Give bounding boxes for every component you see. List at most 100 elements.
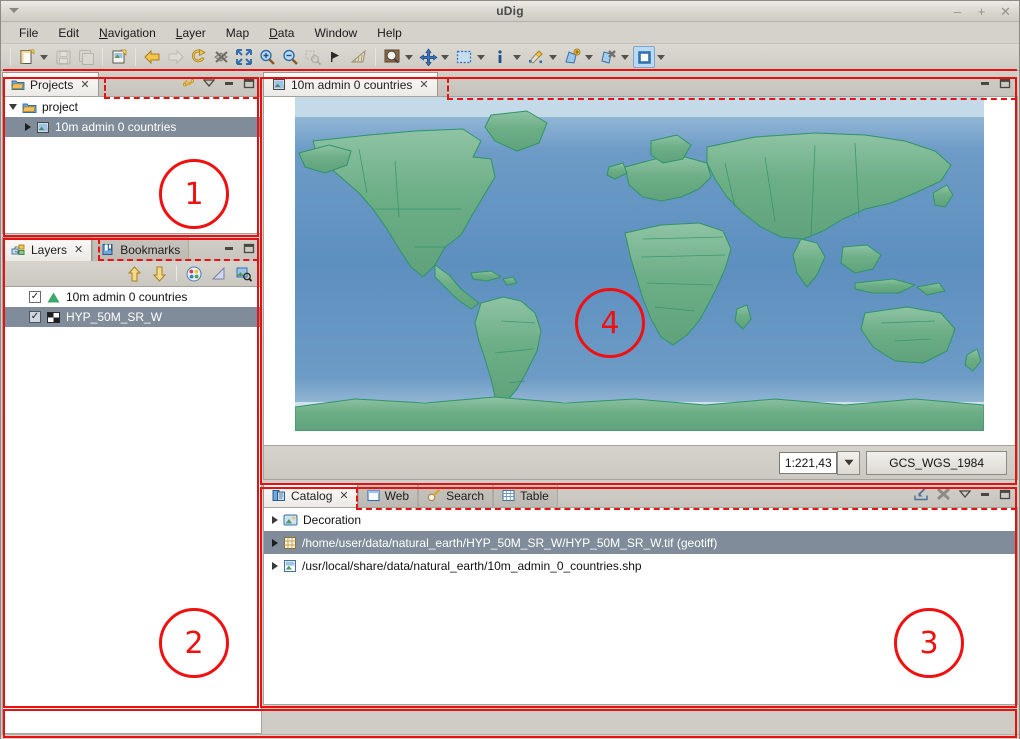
collapse-arrow-icon[interactable] [25,123,31,131]
maximize-icon[interactable] [242,243,255,254]
catalog-row-decoration[interactable]: Decoration [264,508,1017,531]
layer-row-hyp[interactable]: ✓ HYP_50M_SR_W [3,307,261,327]
crs-button[interactable]: GCS_WGS_1984 [866,450,1007,475]
map-icon [272,78,286,91]
stop-render-icon[interactable] [210,46,232,68]
arrow-left-icon[interactable] [141,46,163,68]
menu-help[interactable]: Help [367,24,412,42]
move-up-icon[interactable] [126,265,143,282]
tab-map-editor[interactable]: 10m admin 0 countries ✕ [263,72,438,96]
close-button[interactable]: ✕ [1000,5,1011,18]
tab-table[interactable]: Table [493,483,558,507]
create-feature-icon[interactable] [561,46,583,68]
catalog-tree[interactable]: Decoration /home/user/data/natural_earth… [263,507,1018,705]
layers-icon [11,243,26,256]
expand-arrow-icon[interactable] [272,515,278,524]
tab-search-label: Search [446,488,485,503]
tab-layers[interactable]: Layers ✕ [2,237,93,261]
menu-file[interactable]: File [9,24,48,42]
menu-bar: File Edit Navigation Layer Map Data Wind… [1,22,1019,44]
remove-icon[interactable] [936,487,951,501]
minimize-button[interactable]: – [952,5,963,18]
view-menu-icon[interactable] [958,489,971,500]
window-menu-icon[interactable] [9,8,19,13]
black-flag-icon[interactable] [325,46,347,68]
pan-tool-dropdown-icon[interactable] [441,54,449,60]
maximize-icon[interactable] [998,78,1011,89]
delete-feature-icon[interactable] [597,46,619,68]
projects-folder-icon [11,78,25,91]
view-menu-icon[interactable] [202,78,215,89]
style-square-icon[interactable] [633,46,655,68]
maximize-button[interactable]: + [976,5,987,18]
style-square-dropdown-icon[interactable] [657,54,665,60]
zoom-in-icon[interactable] [256,46,278,68]
map-render-canvas[interactable] [295,97,984,431]
create-feature-dropdown-icon[interactable] [585,54,593,60]
tab-projects-close-icon[interactable]: ✕ [80,78,89,91]
catalog-row-shapefile[interactable]: /usr/local/share/data/natural_earth/10m_… [264,554,1017,577]
minimize-icon[interactable] [978,78,991,89]
tree-row-map-label: 10m admin 0 countries [55,120,177,134]
tab-layers-close-icon[interactable]: ✕ [74,243,83,256]
magnifier-tool-icon[interactable] [381,46,403,68]
maximize-icon[interactable] [242,78,255,89]
zoom-out-icon[interactable] [279,46,301,68]
menu-window[interactable]: Window [304,24,367,42]
new-document-dropdown-icon[interactable] [40,54,48,60]
tab-projects[interactable]: Projects ✕ [2,72,99,96]
catalog-row-geotiff[interactable]: /home/user/data/natural_earth/HYP_50M_SR… [264,531,1017,554]
ruler-icon[interactable] [348,46,370,68]
new-document-icon[interactable] [16,46,38,68]
pan-tool-icon[interactable] [417,46,439,68]
menu-map[interactable]: Map [216,24,259,42]
new-project-icon[interactable] [108,46,130,68]
minimize-icon[interactable] [222,78,235,89]
tab-search[interactable]: Search [418,483,494,507]
tab-bookmarks[interactable]: Bookmarks [92,237,190,261]
layer-row-countries[interactable]: ✓ 10m admin 0 countries [3,287,261,307]
minimize-icon[interactable] [222,243,235,254]
layer-visibility-checkbox[interactable]: ✓ [29,291,41,303]
style-palette-icon[interactable] [185,265,202,282]
info-dropdown-icon[interactable] [513,54,521,60]
marquee-select-dropdown-icon[interactable] [477,54,485,60]
magnifier-tool-dropdown-icon[interactable] [405,54,413,60]
projects-tree[interactable]: project 10m admin 0 countries [2,96,262,234]
transparency-icon[interactable] [210,265,227,282]
layer-visibility-checkbox[interactable]: ✓ [29,311,41,323]
maximize-icon[interactable] [998,489,1011,500]
refresh-icon[interactable] [187,46,209,68]
layer-row-countries-label: 10m admin 0 countries [66,290,188,304]
tab-catalog[interactable]: Catalog ✕ [263,483,358,507]
tab-web[interactable]: Web [357,483,419,507]
move-down-icon[interactable] [151,265,168,282]
scale-dropdown-button[interactable] [837,450,861,475]
editor-tab-bar: 10m admin 0 countries ✕ [263,72,1018,96]
delete-feature-dropdown-icon[interactable] [621,54,629,60]
import-icon[interactable] [913,487,929,501]
scale-input[interactable]: 1:221,43 [779,451,838,474]
tab-map-editor-close-icon[interactable]: ✕ [419,78,428,91]
zoom-extent-icon[interactable] [233,46,255,68]
menu-data[interactable]: Data [259,24,304,42]
expand-arrow-icon[interactable] [9,104,17,110]
menu-navigation[interactable]: Navigation [89,24,166,42]
edit-geometry-icon[interactable] [525,46,547,68]
tab-catalog-close-icon[interactable]: ✕ [339,489,348,502]
layers-list[interactable]: ✓ 10m admin 0 countries ✓ HYP_50M_SR_W [2,286,262,734]
tree-row-project[interactable]: project [3,97,261,117]
info-icon[interactable] [489,46,511,68]
menu-edit[interactable]: Edit [48,24,89,42]
edit-geometry-dropdown-icon[interactable] [549,54,557,60]
expand-arrow-icon[interactable] [272,561,278,570]
link-editor-icon[interactable] [182,78,195,89]
vector-layer-icon [46,291,61,304]
menu-layer[interactable]: Layer [166,24,216,42]
tree-row-map[interactable]: 10m admin 0 countries [3,117,261,137]
zoom-to-layer-icon[interactable] [235,265,252,282]
minimize-icon[interactable] [978,489,991,500]
map-viewport[interactable] [263,96,1018,446]
marquee-select-icon[interactable] [453,46,475,68]
expand-arrow-icon[interactable] [272,538,278,547]
